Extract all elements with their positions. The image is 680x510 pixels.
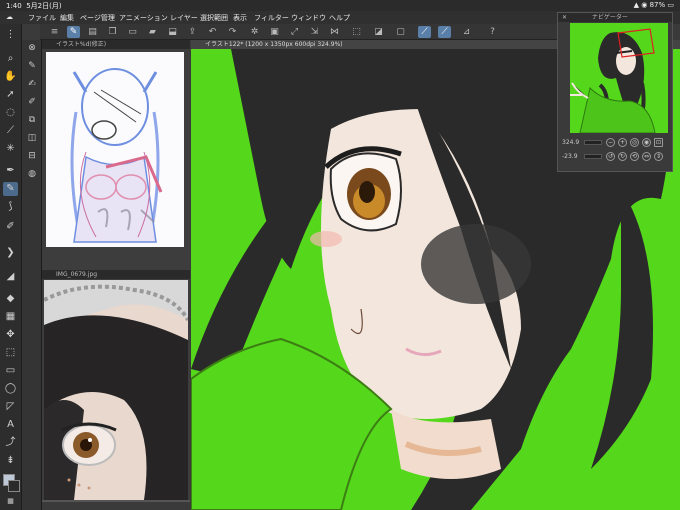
transform-icon[interactable]: ⤢ — [288, 26, 301, 38]
fill-icon[interactable]: ▣ — [268, 26, 281, 38]
lasso-icon[interactable]: ◌ — [3, 106, 18, 120]
navigator-preview[interactable] — [570, 23, 668, 133]
status-bar: 1:40 5月2日(月) ▲ ◉ 87% ▭ — [0, 0, 680, 11]
gradient-icon[interactable]: ▦ — [3, 310, 18, 324]
open-folder-icon[interactable]: ▰ — [146, 26, 159, 38]
magic-wand-icon[interactable]: ✳ — [3, 142, 18, 156]
export-icon[interactable]: ⇪ — [186, 26, 199, 38]
tool-palette: ⋮ ⌕ ✋ ➚ ◌ ⟋ ✳ ✒ ✎ ⟆ ✐ ❯ ◢ ◆ ▦ ✥ ⬚ ▭ ◯ ◸ … — [0, 24, 22, 510]
brush-icon[interactable]: ⟆ — [3, 200, 18, 214]
actual-size-icon[interactable]: ◎ — [630, 138, 639, 147]
rotate-value: -23.9 — [562, 153, 578, 160]
selection-off-icon[interactable]: ⬚ — [350, 26, 363, 38]
photo-thumbnail — [44, 280, 188, 500]
sub-tool-palette: ⊗ ✎ ✍ ✐ ⧉ ◫ ⊟ ◍ — [22, 40, 42, 510]
menu-edit[interactable]: 編集 — [60, 13, 74, 23]
zoom-in-icon[interactable]: + — [618, 138, 627, 147]
sub-layer-icon[interactable]: ⧉ — [25, 114, 39, 127]
text-icon[interactable]: A — [3, 418, 18, 432]
rotate-row: -23.9 ↺ ↻ ⟲ ⇔ ⇕ — [562, 151, 670, 163]
navigator-panel: ✕ ナビゲーター 324.9 − + ◎ ◉ ⊡ -23.9 ↺ ↻ ⟲ ⇔ ⇕ — [557, 12, 673, 172]
selection-launcher-icon[interactable]: ▢ — [394, 26, 407, 38]
zoom-slider[interactable] — [584, 140, 602, 145]
app-icon[interactable]: ☁ — [6, 13, 13, 21]
copy-icon[interactable]: ❐ — [106, 26, 119, 38]
pen-icon[interactable]: ✒ — [3, 164, 18, 178]
hand-icon[interactable]: ✋ — [3, 70, 18, 84]
command-bar: ≡ ✎ ▤ ❐ ▭ ▰ ⬓ ⇪ ↶ ↷ ✲ ▣ ⤢ ⇲ ⋈ ⬚ ◪ ▢ ⟋ ⟋ … — [40, 24, 558, 40]
transparent-color-icon[interactable]: ▦ — [3, 494, 18, 508]
reset-rotate-icon[interactable]: ⟲ — [630, 152, 639, 161]
save-icon[interactable]: ⬓ — [166, 26, 179, 38]
decoration-icon[interactable]: ◢ — [3, 270, 18, 284]
reference-window-sketch: イラスト%d(修正) — [42, 40, 190, 270]
navigator-title: ✕ ナビゲーター — [558, 13, 672, 22]
status-battery: ▲ ◉ 87% ▭ — [633, 1, 674, 9]
menu-page[interactable]: ページ管理 — [80, 13, 115, 23]
sub-ruler-icon[interactable]: ⊟ — [25, 150, 39, 163]
balloon-icon[interactable]: ◯ — [3, 382, 18, 396]
zoom-value: 324.9 — [562, 139, 580, 146]
frame-icon[interactable]: ▭ — [3, 364, 18, 378]
menu-file[interactable]: ファイル — [28, 13, 56, 23]
menu-view[interactable]: 表示 — [233, 13, 247, 23]
status-time: 1:40 5月2日(月) — [6, 2, 62, 10]
new-file-icon[interactable]: ▭ — [126, 26, 139, 38]
menu-window[interactable]: ウィンドウ — [291, 13, 326, 23]
sub-color-icon[interactable]: ◍ — [25, 168, 39, 181]
menu-layer[interactable]: レイヤー — [170, 13, 198, 23]
sub-brush-icon[interactable]: ✍ — [25, 78, 39, 91]
flip-vertical-icon[interactable]: ⇕ — [654, 152, 663, 161]
menu-filter[interactable]: フィルター — [254, 13, 289, 23]
palette-toggle-icon[interactable]: ❯ — [3, 246, 18, 260]
flip-horizontal-icon[interactable]: ⇔ — [642, 152, 651, 161]
snap-grid-icon[interactable]: ⊿ — [460, 26, 473, 38]
rotate-right-icon[interactable]: ↻ — [618, 152, 627, 161]
sketch-thumbnail — [46, 52, 184, 247]
sub-pencil-icon[interactable]: ✎ — [25, 60, 39, 73]
invert-selection-icon[interactable]: ◪ — [372, 26, 385, 38]
sub-eraser-icon[interactable]: ◫ — [25, 132, 39, 145]
operation-icon[interactable]: ➚ — [3, 88, 18, 102]
figure-icon[interactable]: ⬚ — [3, 346, 18, 360]
correct-line-icon[interactable]: ⤴ — [3, 436, 18, 450]
undo-icon[interactable]: ↶ — [206, 26, 219, 38]
rotate-left-icon[interactable]: ↺ — [606, 152, 615, 161]
airbrush-icon[interactable]: ✐ — [3, 220, 18, 234]
ref1-title: イラスト%d(修正) — [42, 40, 190, 49]
ref2-title: IMG_0679.jpg — [42, 270, 190, 279]
ruler-icon[interactable]: ◸ — [3, 400, 18, 414]
pen-mode-icon[interactable]: ✎ — [67, 26, 80, 38]
blend-icon[interactable]: ⇟ — [3, 454, 18, 468]
zoom-row: 324.9 − + ◎ ◉ ⊡ — [562, 137, 670, 149]
reference-window-photo: IMG_0679.jpg — [42, 270, 190, 502]
scale-icon[interactable]: ⇲ — [308, 26, 321, 38]
layers-icon[interactable]: ▤ — [86, 26, 99, 38]
sub-color-swatch[interactable] — [8, 480, 20, 492]
more-icon[interactable]: ⋮ — [3, 28, 18, 42]
fit-icon[interactable]: ◉ — [642, 138, 651, 147]
pencil-icon[interactable]: ✎ — [3, 182, 18, 196]
sub-airbrush-icon[interactable]: ✐ — [25, 96, 39, 109]
photo-scroll-strip — [42, 500, 190, 502]
move-icon[interactable]: ✥ — [3, 328, 18, 342]
clear-icon[interactable]: ✲ — [248, 26, 261, 38]
navigator-icon[interactable]: ⊗ — [25, 42, 39, 55]
hamburger-icon[interactable]: ≡ — [48, 26, 61, 38]
fill-bucket-icon[interactable]: ◆ — [3, 292, 18, 306]
snap-special-ruler-icon[interactable]: ⟋ — [438, 26, 451, 38]
zoom-icon[interactable]: ⌕ — [3, 52, 18, 66]
eyedropper-icon[interactable]: ⟋ — [3, 124, 18, 138]
rotate-slider[interactable] — [584, 154, 602, 159]
fit-window-icon[interactable]: ⊡ — [654, 138, 663, 147]
redo-icon[interactable]: ↷ — [226, 26, 239, 38]
menu-animation[interactable]: アニメーション — [119, 13, 168, 23]
menu-selection[interactable]: 選択範囲 — [200, 13, 228, 23]
snap-ruler-icon[interactable]: ⟋ — [418, 26, 431, 38]
zoom-out-icon[interactable]: − — [606, 138, 615, 147]
help-icon[interactable]: ? — [486, 26, 499, 38]
menu-help[interactable]: ヘルプ — [329, 13, 350, 23]
flip-icon[interactable]: ⋈ — [328, 26, 341, 38]
